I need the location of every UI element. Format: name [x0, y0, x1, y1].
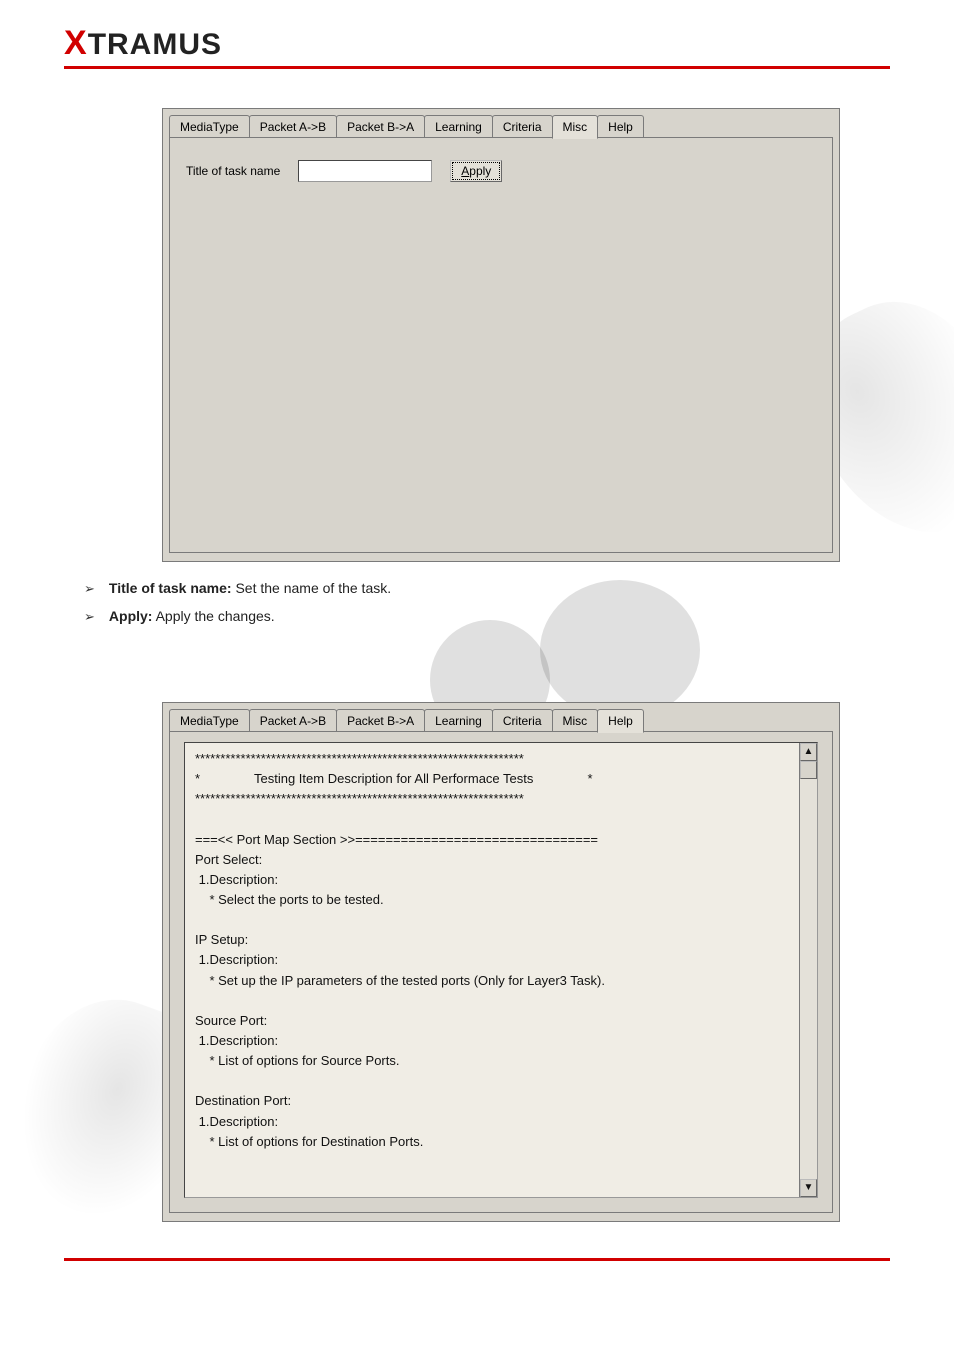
- tab-help[interactable]: Help: [597, 115, 644, 139]
- note-text: Apply: Apply the changes.: [109, 608, 275, 624]
- bullet-icon: ➢: [84, 608, 95, 626]
- tab-misc[interactable]: Misc: [552, 709, 599, 733]
- scroll-up-icon[interactable]: ▲: [800, 743, 817, 761]
- tab-criteria[interactable]: Criteria: [492, 115, 553, 139]
- apply-button[interactable]: Apply: [450, 160, 502, 182]
- misc-panel: MediaType Packet A->B Packet B->A Learni…: [162, 108, 840, 562]
- misc-tab-body: Title of task name Apply: [169, 137, 833, 553]
- title-of-task-label: Title of task name: [186, 164, 280, 178]
- list-item: ➢ Title of task name: Set the name of th…: [84, 580, 391, 598]
- header-rule: [64, 66, 890, 69]
- tab-mediatype[interactable]: MediaType: [169, 115, 250, 139]
- tab-mediatype[interactable]: MediaType: [169, 709, 250, 733]
- footer-rule: [64, 1258, 890, 1261]
- help-textarea[interactable]: ****************************************…: [184, 742, 818, 1198]
- tab-help[interactable]: Help: [597, 709, 644, 733]
- tab-packet-ab[interactable]: Packet A->B: [249, 709, 337, 733]
- scroll-thumb[interactable]: [800, 761, 817, 779]
- list-item: ➢ Apply: Apply the changes.: [84, 608, 391, 626]
- tab-packet-ab[interactable]: Packet A->B: [249, 115, 337, 139]
- scrollbar[interactable]: ▲ ▼: [799, 743, 817, 1197]
- notes-list: ➢ Title of task name: Set the name of th…: [84, 580, 391, 636]
- tab-packet-ba[interactable]: Packet B->A: [336, 709, 425, 733]
- tab-bar: MediaType Packet A->B Packet B->A Learni…: [169, 115, 643, 139]
- tab-criteria[interactable]: Criteria: [492, 709, 553, 733]
- tab-bar: MediaType Packet A->B Packet B->A Learni…: [169, 709, 643, 733]
- note-text: Title of task name: Set the name of the …: [109, 580, 391, 596]
- brand-logo: XTRAMUS: [64, 24, 222, 63]
- help-text-content: ****************************************…: [195, 751, 605, 1149]
- tab-learning[interactable]: Learning: [424, 115, 493, 139]
- tab-learning[interactable]: Learning: [424, 709, 493, 733]
- scroll-down-icon[interactable]: ▼: [800, 1179, 817, 1197]
- tab-packet-ba[interactable]: Packet B->A: [336, 115, 425, 139]
- bullet-icon: ➢: [84, 580, 95, 598]
- tab-misc[interactable]: Misc: [552, 115, 599, 139]
- task-title-input[interactable]: [298, 160, 432, 182]
- help-tab-body: ****************************************…: [169, 731, 833, 1213]
- help-panel: MediaType Packet A->B Packet B->A Learni…: [162, 702, 840, 1222]
